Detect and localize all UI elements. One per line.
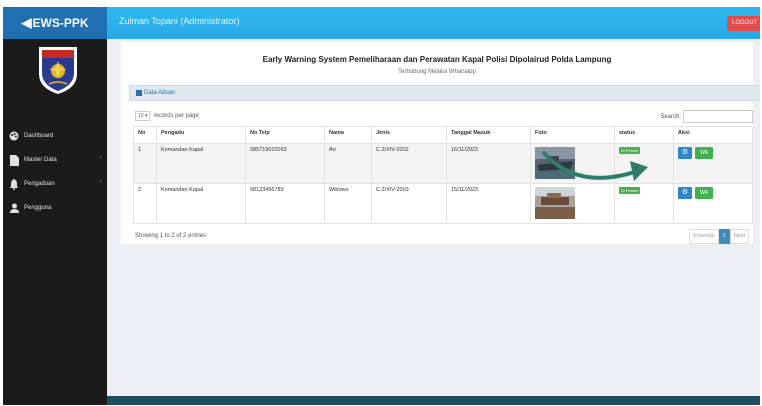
table-row: 1 Komandan Kapal 085719010093 Ari C.2/XI… xyxy=(133,143,753,184)
brand-logo[interactable]: ◀ EWS-PPK xyxy=(3,7,107,39)
page-title: Early Warning System Pemeliharaan dan Pe… xyxy=(262,55,612,64)
gear-icon: ⚙ xyxy=(681,149,689,156)
records-per-page-select[interactable]: 10 ▾ xyxy=(135,111,151,121)
gear-icon: ⚙ xyxy=(681,189,689,196)
column-header[interactable]: Nama xyxy=(324,126,372,144)
bell-icon xyxy=(8,178,20,190)
cell-no: 2 xyxy=(133,183,157,224)
logout-button[interactable]: LOGOUT xyxy=(727,16,760,31)
pagination: Previous 1 Next xyxy=(689,229,749,244)
panel-header: Data Aduan xyxy=(129,85,760,101)
sidebar-item-dashboard[interactable]: Dashboard xyxy=(8,129,107,143)
table-icon xyxy=(136,90,142,96)
boat-photo[interactable] xyxy=(535,187,575,219)
panel-title: Data Aduan xyxy=(144,90,176,96)
whatsapp-button[interactable]: WA xyxy=(695,187,713,199)
table-search: Search: xyxy=(660,110,753,123)
cell-telp: 085719010093 xyxy=(245,143,325,184)
settings-button[interactable]: ⚙ xyxy=(678,147,692,159)
main-content: Early Warning System Pemeliharaan dan Pe… xyxy=(121,42,760,244)
column-header[interactable]: Jenis xyxy=(371,126,447,144)
chevron-left-icon: ‹ xyxy=(99,178,102,185)
sidebar-item-pengguna[interactable]: Pengguna xyxy=(8,201,107,215)
column-header[interactable]: Aksi xyxy=(673,126,753,144)
sidebar-item-label: Master Data xyxy=(24,157,57,163)
cell-nama: Wibowo xyxy=(324,183,372,224)
cell-pengadu: Komandan Kapal xyxy=(156,183,246,224)
complaints-table: No Pengadu No Telp Nama Jenis Tanggal Ma… xyxy=(133,126,753,224)
pagination-page[interactable]: 1 xyxy=(718,229,730,244)
sidebar-item-label: Pengguna xyxy=(24,205,52,211)
boat-photo[interactable] xyxy=(535,147,575,179)
column-header[interactable]: status xyxy=(614,126,674,144)
top-navbar: Zulman Topani (Administrator) LOGOUT xyxy=(107,7,760,39)
status-badge: Di Proses xyxy=(619,147,641,154)
column-header[interactable]: Tanggal Masuk xyxy=(446,126,531,144)
sidebar-item-label: Pengaduan xyxy=(24,181,55,187)
column-header[interactable]: No Telp xyxy=(245,126,325,144)
sidebar: Dashboard Master Data ‹ Pengaduan ‹ Peng… xyxy=(3,39,107,405)
current-user-label: Zulman Topani (Administrator) xyxy=(119,16,240,26)
cell-tanggal: 16/11/2023 xyxy=(446,143,531,184)
whatsapp-button[interactable]: WA xyxy=(695,147,713,159)
settings-button[interactable]: ⚙ xyxy=(678,187,692,199)
cell-jenis: C.2/XIV-2002 xyxy=(371,143,447,184)
column-header[interactable]: No xyxy=(133,126,157,144)
search-input[interactable] xyxy=(683,110,753,123)
cell-foto xyxy=(530,143,615,184)
arrow-logo-icon: ◀ xyxy=(21,15,32,30)
police-emblem-logo xyxy=(39,47,77,94)
column-header[interactable]: Pengadu xyxy=(156,126,246,144)
app-frame: ◀ EWS-PPK Zulman Topani (Administrator) … xyxy=(3,7,760,405)
pagination-previous[interactable]: Previous xyxy=(689,229,719,244)
palette-icon xyxy=(8,131,20,141)
chevron-left-icon: ‹ xyxy=(99,154,102,161)
table-header-row: No Pengadu No Telp Nama Jenis Tanggal Ma… xyxy=(133,126,753,144)
cell-foto xyxy=(530,183,615,224)
records-per-page: 10 ▾ records per page xyxy=(135,111,199,121)
sidebar-item-label: Dashboard xyxy=(24,133,54,139)
search-label: Search: xyxy=(660,113,681,120)
cell-status: Di Proses xyxy=(614,143,674,184)
footer-bar xyxy=(107,396,760,405)
user-icon xyxy=(8,203,20,213)
cell-no: 1 xyxy=(133,143,157,184)
brand-name: EWS-PPK xyxy=(32,16,89,30)
column-header[interactable]: Foto xyxy=(530,126,615,144)
cell-status: Di Proses xyxy=(614,183,674,224)
sidebar-item-master-data[interactable]: Master Data ‹ xyxy=(8,153,107,167)
records-per-page-label: records per page xyxy=(153,113,199,119)
cell-jenis: C.2/XIV-2003 xyxy=(371,183,447,224)
cell-aksi: ⚙ WA xyxy=(673,143,753,184)
status-badge: Di Proses xyxy=(619,187,641,194)
page-subtitle: Terhubung Melalui Whatsapp xyxy=(398,69,476,75)
sidebar-item-pengaduan[interactable]: Pengaduan ‹ xyxy=(8,177,107,191)
table-info: Showing 1 to 2 of 2 entries xyxy=(135,233,207,239)
cell-aksi: ⚙ WA xyxy=(673,183,753,224)
file-icon xyxy=(8,154,20,166)
cell-nama: Ari xyxy=(324,143,372,184)
cell-telp: 08123456789 xyxy=(245,183,325,224)
table-row: 2 Komandan Kapal 08123456789 Wibowo C.2/… xyxy=(133,183,753,224)
cell-tanggal: 15/11/2023 xyxy=(446,183,531,224)
cell-pengadu: Komandan Kapal xyxy=(156,143,246,184)
pagination-next[interactable]: Next xyxy=(729,229,749,244)
records-per-page-value: 10 xyxy=(138,113,144,119)
